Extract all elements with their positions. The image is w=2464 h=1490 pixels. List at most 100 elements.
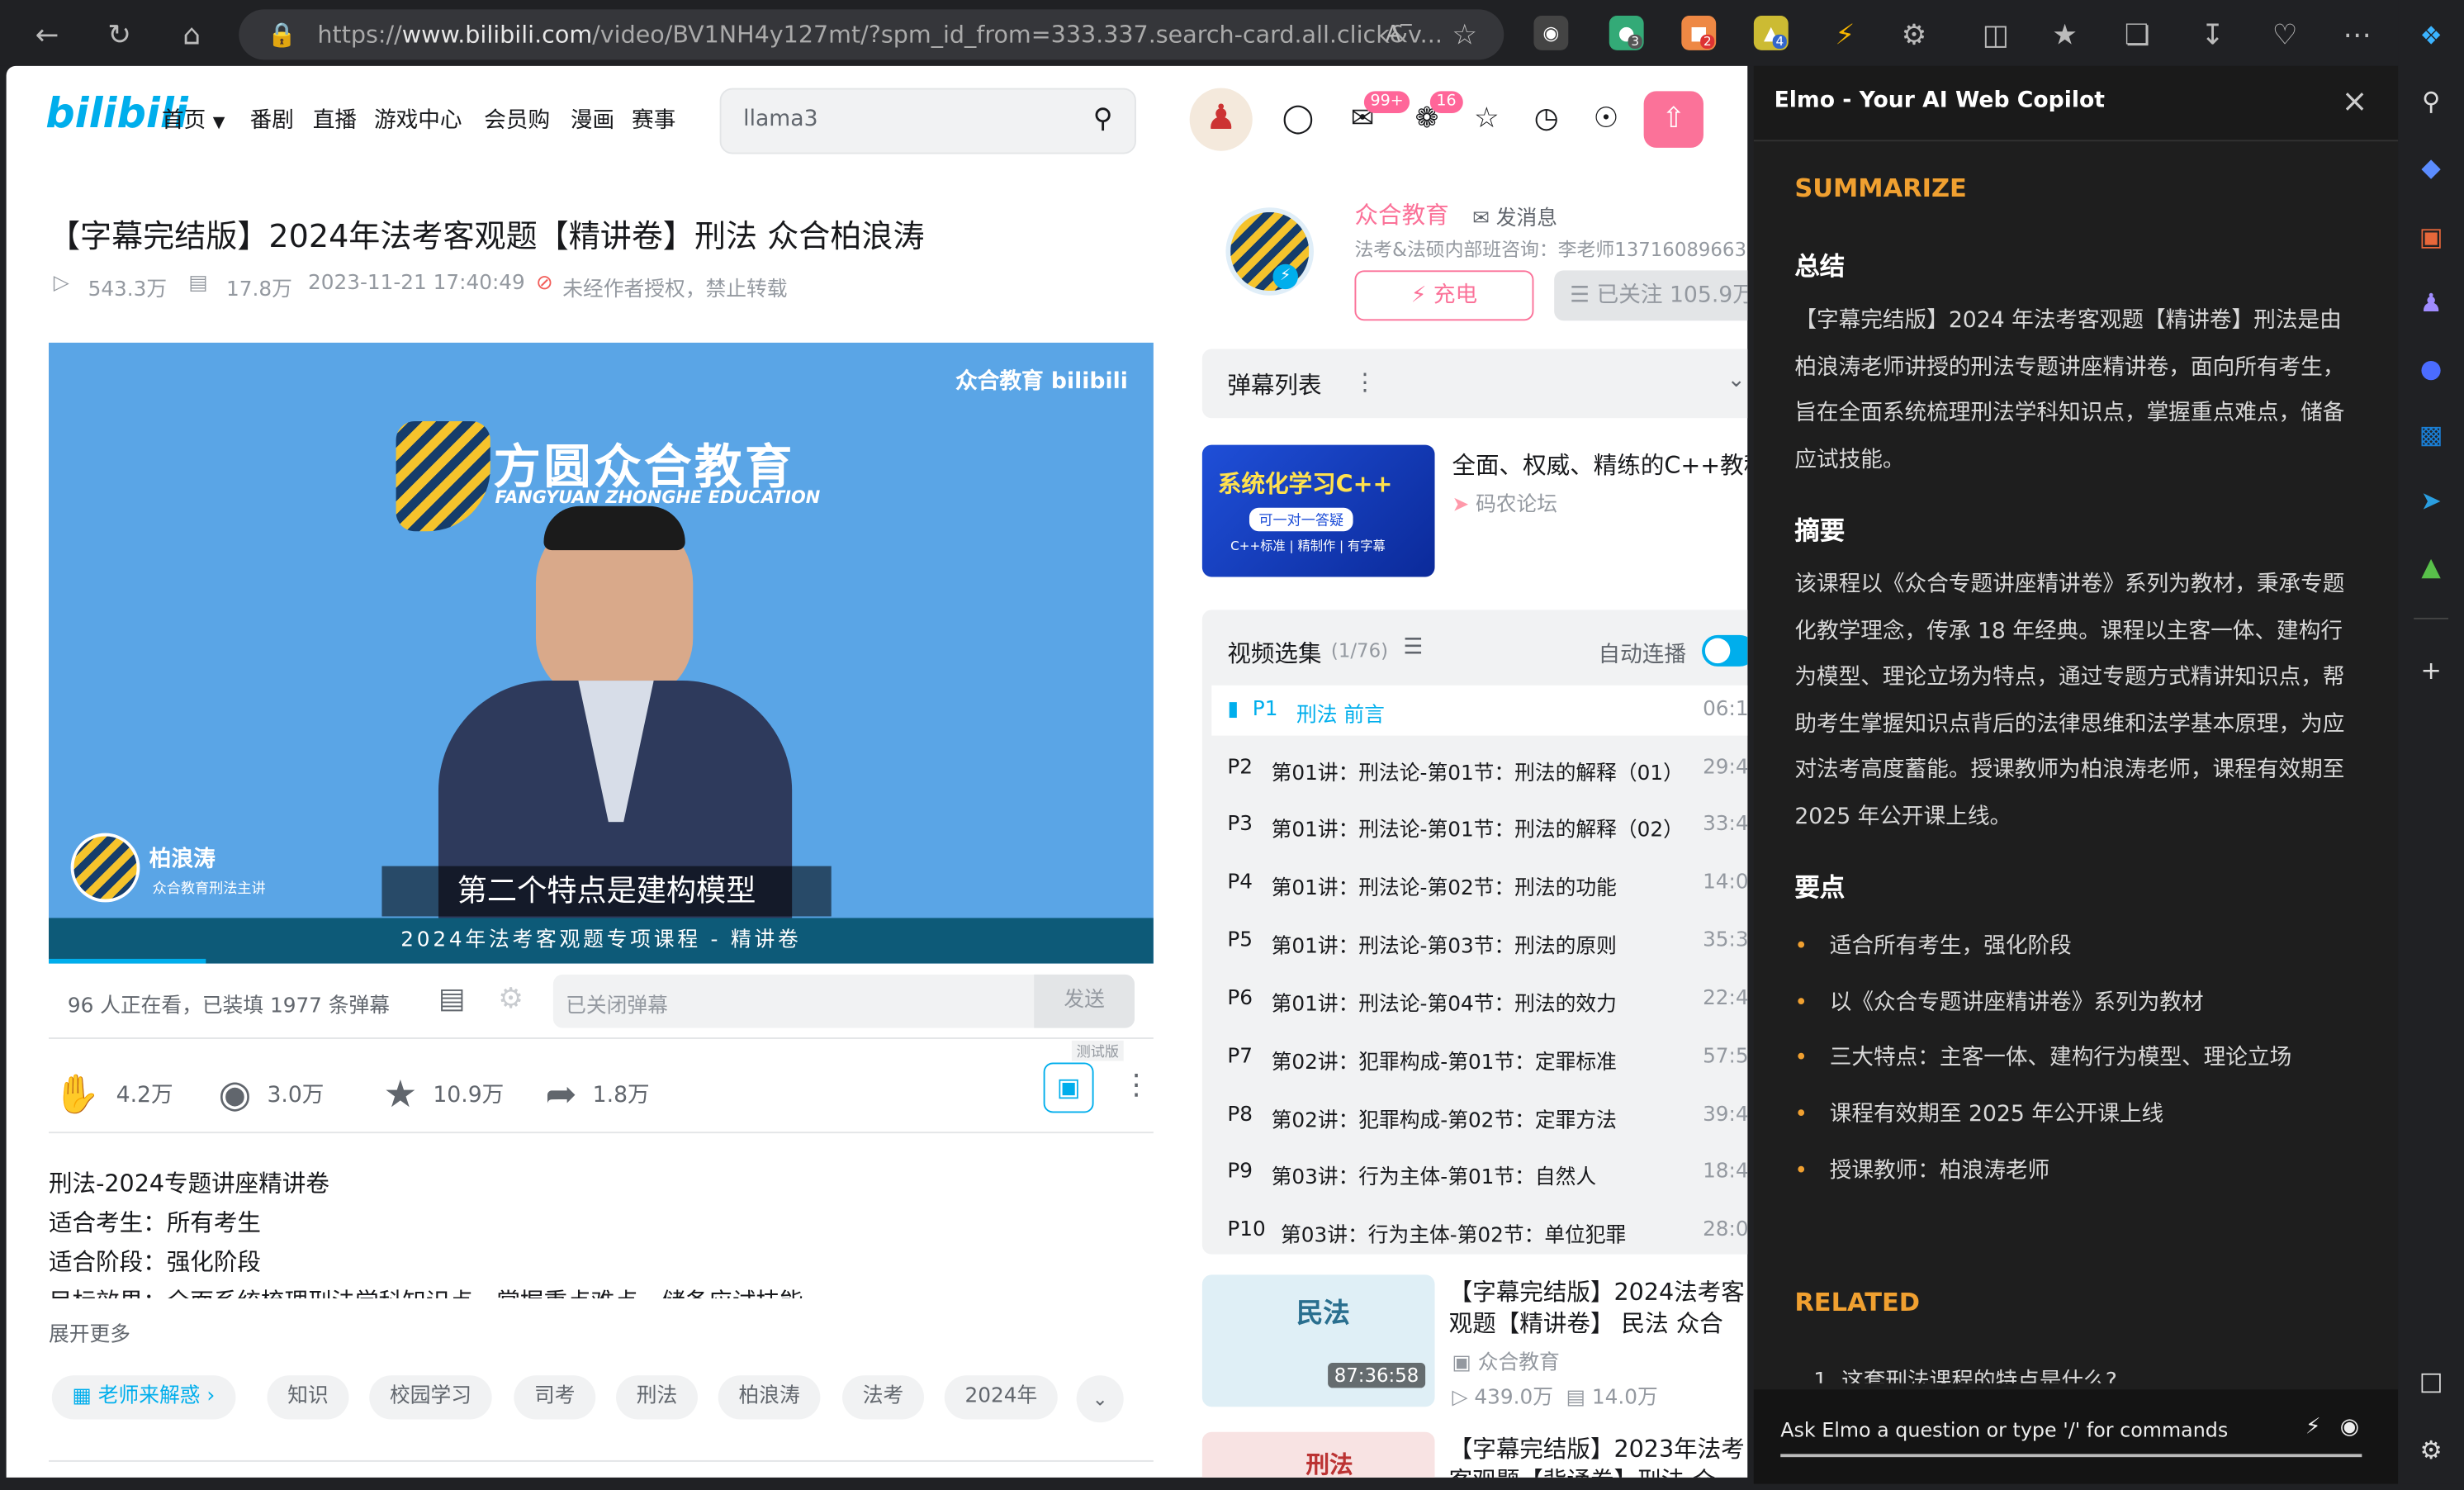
add-icon[interactable]: +	[2412, 651, 2450, 689]
settings-gear-icon[interactable]: ⚙	[2412, 1431, 2450, 1469]
uploader-name[interactable]: 众合教育	[1354, 198, 1448, 231]
nav-home[interactable]: 首页 ▼	[162, 104, 225, 135]
tree-icon[interactable]: ▲	[2412, 547, 2450, 585]
expand-more-link[interactable]: 展开更多	[49, 1317, 130, 1347]
reload-icon[interactable]: ↻	[97, 12, 141, 56]
rec-author[interactable]: ▣ 众合教育	[1452, 1345, 1559, 1376]
ad-thumbnail-sub: 可一对一答疑	[1249, 507, 1353, 532]
back-icon[interactable]: ←	[25, 12, 69, 56]
elmo-question-input[interactable]: Ask Elmo a question or type '/' for comm…	[1780, 1413, 2362, 1458]
extension-icon[interactable]: ■ 2	[1681, 16, 1717, 50]
ad-title[interactable]: 全面、权威、精练的C++教程	[1452, 448, 1747, 481]
address-bar[interactable]: 🔒 https://www.bilibili.com/video/BV1NH4y…	[239, 9, 1504, 60]
tags-expand-chevron-icon[interactable]: ⌄	[1076, 1375, 1124, 1423]
tag-item[interactable]: 校园学习	[369, 1375, 492, 1420]
followed-button[interactable]: ☰ 已关注 105.9万	[1554, 270, 1748, 321]
settings-icon[interactable]: ◉	[2340, 1415, 2359, 1440]
tag-item[interactable]: 2024年	[944, 1375, 1058, 1420]
lightning-icon[interactable]: ⚡	[1823, 12, 1867, 56]
extension-icon[interactable]: ◉	[1533, 16, 1569, 50]
episode-item-active[interactable]: ▮ P1 刑法 前言 06:14	[1227, 698, 1747, 728]
charge-button[interactable]: ⚡ 充电	[1354, 270, 1534, 321]
episode-item[interactable]: P6 第01讲：刑法论-第04节：刑法的效力 22:48	[1227, 987, 1747, 1017]
rec-title[interactable]: 【字幕完结版】2024法考客观题【精讲卷】 民法 众合法...	[1449, 1276, 1748, 1339]
chevron-down-icon[interactable]: ⌄	[1727, 368, 1746, 392]
nav-bangumi[interactable]: 番剧	[250, 104, 294, 135]
rec-thumbnail[interactable]: 民法 87:36:58	[1201, 1274, 1435, 1407]
search-icon[interactable]: ⚲	[2412, 82, 2450, 120]
more-vertical-icon[interactable]: ⋮	[1122, 1069, 1150, 1102]
danmaku-settings-icon[interactable]: ⚙	[498, 982, 524, 1015]
autoplay-toggle[interactable]	[1702, 634, 1748, 667]
tools-briefcase-icon[interactable]: ▣	[2412, 217, 2450, 255]
nav-live[interactable]: 直播	[313, 104, 357, 135]
nav-esports[interactable]: 赛事	[632, 104, 675, 135]
screenshot-icon[interactable]: □	[2412, 1361, 2450, 1399]
avatar[interactable]: ♟	[1189, 88, 1253, 151]
premium-icon[interactable]: ◯	[1279, 99, 1317, 137]
close-icon[interactable]: ×	[2342, 82, 2368, 120]
copilot-icon[interactable]: ❖	[2412, 16, 2450, 54]
episode-item[interactable]: P7 第02讲：犯罪构成-第01节：定罪标准 57:56	[1227, 1046, 1747, 1075]
read-aloud-icon[interactable]: A‾	[1377, 12, 1420, 56]
search-input[interactable]: llama3 ⚲	[719, 88, 1136, 154]
send-message-link[interactable]: ✉ 发消息	[1472, 202, 1557, 231]
outlook-icon[interactable]: ▩	[2412, 415, 2450, 453]
video-player[interactable]: 众合教育 bilibili 方圆众合教育 FANGYUAN ZHONGHE ED…	[48, 342, 1154, 964]
tag-icon[interactable]: ◆	[2412, 148, 2450, 186]
tag-item[interactable]: 柏浪涛	[718, 1375, 821, 1420]
downloads-icon[interactable]: ↧	[2191, 12, 2234, 56]
tag-item[interactable]: 法考	[842, 1375, 925, 1420]
history-clock-icon[interactable]: ◷	[1528, 99, 1566, 137]
games-icon[interactable]: ♟	[2412, 283, 2450, 321]
tag-ask-teacher[interactable]: ▦ 老师来解惑 ›	[51, 1375, 236, 1420]
danmaku-send-button[interactable]: 发送	[1034, 974, 1135, 1028]
tag-item[interactable]: 司考	[514, 1375, 596, 1420]
related-question[interactable]: 1. 这套刑法课程的特点是什么?	[1813, 1364, 2117, 1383]
favorites-icon[interactable]: ★	[2043, 12, 2087, 56]
uploader-avatar[interactable]	[1225, 207, 1314, 296]
episode-item[interactable]: P5 第01讲：刑法论-第03节：刑法的原则 35:34	[1227, 929, 1747, 959]
collections-icon[interactable]: ❏	[2116, 12, 2159, 56]
extension-icon[interactable]: ● 3	[1609, 16, 1644, 50]
episode-item[interactable]: P2 第01讲：刑法论-第01节：刑法的解释（01） 29:42	[1227, 756, 1747, 785]
home-icon[interactable]: ⌂	[170, 12, 214, 56]
favorite-star-icon[interactable]: ☆	[1443, 12, 1486, 56]
ai-assistant-robot-icon[interactable]: ▣	[1043, 1062, 1094, 1113]
upload-button[interactable]: ⇧	[1643, 91, 1703, 148]
episode-item[interactable]: P10 第03讲：行为主体-第02节：单位犯罪 28:00	[1227, 1218, 1747, 1248]
nav-manga[interactable]: 漫画	[571, 104, 614, 135]
like-button[interactable]: ✋ 4.2万	[54, 1072, 173, 1116]
tag-item[interactable]: 刑法	[616, 1375, 699, 1420]
episode-item[interactable]: P3 第01讲：刑法论-第01节：刑法的解释（02） 33:43	[1227, 813, 1747, 842]
favorite-button[interactable]: ★ 10.9万	[383, 1072, 504, 1116]
lightning-icon[interactable]: ⚡	[2305, 1415, 2321, 1440]
more-vertical-icon[interactable]: ⋮	[1353, 368, 1377, 396]
rec-title[interactable]: 【字幕完结版】2023年法考客观题【背诵卷】刑法 众合...	[1449, 1434, 1748, 1478]
search-icon[interactable]: ⚲	[1093, 104, 1113, 135]
ad-thumbnail[interactable]: 系统化学习C++ 可一对一答疑 C++标准 | 精制作 | 有字幕	[1201, 444, 1435, 577]
danmaku-toggle-icon[interactable]: ▤	[438, 982, 465, 1015]
episode-item[interactable]: P9 第03讲：行为主体-第01节：自然人 18:43	[1227, 1160, 1747, 1189]
danmaku-list-panel[interactable]: 弹幕列表 ⋮ ⌄	[1201, 349, 1748, 419]
tag-item[interactable]: 知识	[267, 1375, 349, 1420]
episode-item[interactable]: P4 第01讲：刑法论-第02节：刑法的功能 14:00	[1227, 871, 1747, 900]
more-menu-icon[interactable]: ⋯	[2335, 12, 2379, 56]
browser-toolbar: ← ↻ ⌂ 🔒 https://www.bilibili.com/video/B…	[0, 0, 2464, 66]
nav-game-center[interactable]: 游戏中心	[374, 104, 462, 135]
nav-member-shop[interactable]: 会员购	[484, 104, 550, 135]
episode-item[interactable]: P8 第02讲：犯罪构成-第02节：定罪方法 39:40	[1227, 1103, 1747, 1133]
list-view-icon[interactable]: ☰	[1403, 635, 1423, 660]
performance-icon[interactable]: ♡	[2263, 12, 2306, 56]
extensions-puzzle-icon[interactable]: ⚙	[1892, 12, 1936, 56]
extension-icon[interactable]: ▲ 4	[1753, 16, 1789, 50]
drop-send-icon[interactable]: ➤	[2412, 481, 2450, 519]
favorites-star-icon[interactable]: ☆	[1467, 99, 1505, 137]
creator-lightbulb-icon[interactable]: ☉	[1587, 99, 1625, 137]
split-screen-icon[interactable]: ◫	[1974, 12, 2017, 56]
danmaku-input[interactable]: 已关闭弹幕 发送	[552, 974, 1135, 1028]
microsoft-365-icon[interactable]: ●	[2412, 349, 2450, 387]
rec-thumbnail[interactable]: 刑法	[1201, 1431, 1435, 1478]
coin-button[interactable]: ◉ 3.0万	[219, 1072, 325, 1116]
share-button[interactable]: ➦ 1.8万	[545, 1072, 649, 1116]
